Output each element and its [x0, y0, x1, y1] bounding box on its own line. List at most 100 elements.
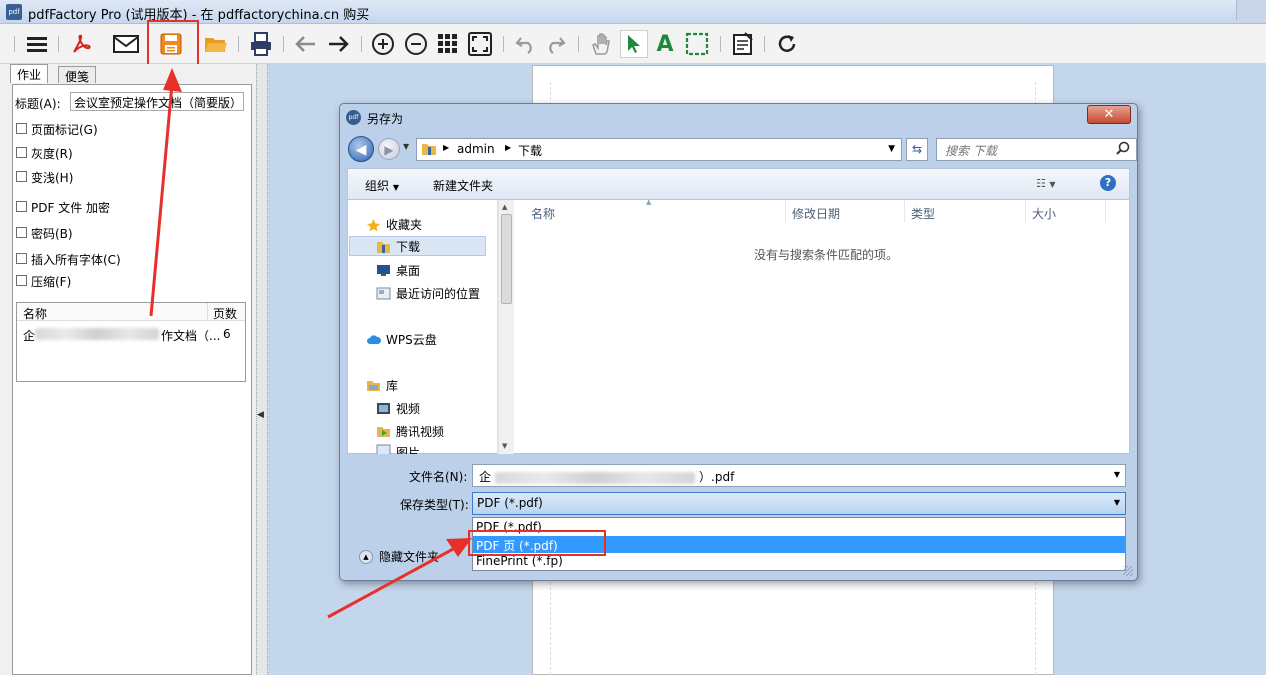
- redo-icon[interactable]: [542, 31, 568, 57]
- search-icon[interactable]: [1116, 141, 1130, 158]
- toolbar-separator: [578, 36, 579, 52]
- hide-folders-button[interactable]: ▲ 隐藏文件夹: [359, 548, 439, 565]
- navigation-pane: 收藏夹 下载 桌面 最近访问的位置 WPS云盘 库 视频 腾讯视频 图片: [348, 200, 498, 454]
- nav-downloads[interactable]: 下载: [349, 236, 486, 256]
- grid-icon[interactable]: [435, 31, 461, 57]
- nav-library-label: 库: [386, 378, 399, 393]
- row-pages: 6: [223, 327, 231, 341]
- nav-favorites[interactable]: 收藏夹: [366, 214, 422, 234]
- hand-icon[interactable]: [588, 31, 614, 57]
- print-icon[interactable]: [248, 31, 274, 57]
- select-arrow-icon[interactable]: [620, 30, 648, 58]
- pictures-icon: [376, 444, 391, 454]
- filename-dropdown-icon[interactable]: ▼: [1114, 470, 1120, 479]
- tab-notes[interactable]: 便笺: [58, 66, 97, 84]
- breadcrumb-downloads[interactable]: 下载: [518, 142, 542, 159]
- forward-arrow-icon[interactable]: [326, 31, 352, 57]
- column-type[interactable]: 类型: [911, 205, 935, 222]
- save-form: 文件名(N): 企）.pdf ▼ 保存类型(T): PDF (*.pdf) ▼ …: [347, 456, 1130, 576]
- nav-tencent-label: 腾讯视频: [396, 424, 445, 439]
- page-marks-label: 页面标记(G): [31, 123, 98, 137]
- crop-select-icon[interactable]: [684, 31, 710, 57]
- open-folder-icon[interactable]: [203, 31, 229, 57]
- fit-page-icon[interactable]: [467, 31, 493, 57]
- encrypt-checkbox[interactable]: [16, 201, 27, 212]
- option-highlight-box: [468, 530, 606, 556]
- dialog-app-icon: pdf: [346, 110, 361, 125]
- dialog-body: 收藏夹 下载 桌面 最近访问的位置 WPS云盘 库 视频 腾讯视频 图片 ▲ ▼…: [347, 198, 1130, 454]
- embed-fonts-checkbox[interactable]: [16, 253, 27, 264]
- text-tool-icon[interactable]: A: [652, 31, 678, 57]
- nav-tencent-video[interactable]: 腾讯视频: [376, 421, 444, 441]
- column-divider[interactable]: [1025, 200, 1026, 222]
- nav-desktop-label: 桌面: [396, 263, 421, 278]
- view-options-icon[interactable]: ☷ ▼: [1036, 177, 1056, 190]
- filetype-select[interactable]: PDF (*.pdf) ▼: [472, 492, 1126, 515]
- panel-splitter[interactable]: [256, 64, 268, 675]
- cloud-icon: [366, 333, 382, 346]
- menu-icon[interactable]: [24, 31, 50, 57]
- lighten-checkbox[interactable]: [16, 171, 27, 182]
- star-icon: [366, 218, 381, 231]
- column-divider[interactable]: [1105, 200, 1106, 222]
- zoom-in-icon[interactable]: [370, 31, 396, 57]
- redacted-text: [35, 328, 159, 340]
- column-name[interactable]: 名称: [531, 205, 555, 222]
- desktop-icon: [376, 264, 391, 277]
- save-highlight-box: [147, 20, 199, 66]
- refresh-icon[interactable]: [774, 31, 800, 57]
- nav-pictures[interactable]: 图片: [376, 444, 420, 454]
- nav-library[interactable]: 库: [366, 375, 398, 395]
- column-divider[interactable]: [904, 200, 905, 222]
- empty-message: 没有与搜索条件匹配的项。: [754, 248, 899, 262]
- back-arrow-icon[interactable]: [292, 31, 318, 57]
- table-header: 名称 页数: [17, 303, 245, 321]
- new-folder-button[interactable]: 新建文件夹: [433, 177, 493, 194]
- nav-forward-button[interactable]: ▶: [378, 138, 400, 160]
- nav-back-button[interactable]: ◀: [348, 136, 374, 162]
- address-input[interactable]: ▶ admin ▶ 下载 ▼: [416, 138, 902, 161]
- download-folder-icon: [376, 240, 391, 253]
- lighten-label: 变浅(H): [31, 171, 74, 185]
- nav-recent[interactable]: 最近访问的位置: [376, 283, 480, 303]
- column-divider[interactable]: [785, 200, 786, 222]
- grayscale-checkbox[interactable]: [16, 147, 27, 158]
- nav-videos[interactable]: 视频: [376, 398, 420, 418]
- column-size[interactable]: 大小: [1032, 205, 1056, 222]
- scroll-up-icon[interactable]: ▲: [502, 203, 507, 211]
- nav-history-dropdown-icon[interactable]: ▼: [403, 142, 409, 151]
- page-marks-checkbox[interactable]: [16, 123, 27, 134]
- undo-icon[interactable]: [513, 31, 539, 57]
- nav-desktop[interactable]: 桌面: [376, 260, 420, 280]
- dialog-close-button[interactable]: ✕: [1087, 105, 1131, 124]
- filetype-label: 保存类型(T):: [400, 498, 469, 512]
- window-close-button[interactable]: [1236, 0, 1266, 20]
- filename-input[interactable]: 企 ）.pdf ▼: [472, 464, 1126, 487]
- compress-checkbox[interactable]: [16, 275, 27, 286]
- address-refresh-button[interactable]: ⇆: [906, 138, 928, 161]
- filetype-dropdown-icon[interactable]: ▼: [1114, 498, 1120, 507]
- organize-button[interactable]: 组织 ▼: [365, 177, 399, 194]
- tab-job[interactable]: 作业: [10, 64, 49, 83]
- nav-videos-label: 视频: [396, 401, 421, 416]
- scroll-thumb[interactable]: [501, 214, 512, 304]
- title-input[interactable]: 会议室预定操作文档（简要版）: [70, 92, 244, 111]
- password-checkbox[interactable]: [16, 227, 27, 238]
- table-row[interactable]: 企 作文档（... 6: [17, 325, 245, 343]
- toolbar-separator: [764, 36, 765, 52]
- nav-scrollbar[interactable]: ▲ ▼: [498, 200, 514, 454]
- nav-wps-cloud[interactable]: WPS云盘: [366, 329, 437, 349]
- address-dropdown-icon[interactable]: ▼: [888, 144, 895, 154]
- acrobat-icon[interactable]: [68, 31, 94, 57]
- breadcrumb-admin[interactable]: admin: [457, 142, 495, 156]
- notes-icon[interactable]: [730, 31, 756, 57]
- email-icon[interactable]: [113, 31, 139, 57]
- scroll-down-icon[interactable]: ▼: [502, 442, 507, 450]
- resize-grip[interactable]: [1123, 566, 1133, 576]
- zoom-out-icon[interactable]: [403, 31, 429, 57]
- search-input[interactable]: 搜索 下载: [936, 138, 1137, 161]
- column-pages: 页数: [213, 307, 238, 321]
- help-button[interactable]: ?: [1100, 175, 1116, 191]
- collapse-arrow-icon[interactable]: ◀: [257, 410, 266, 422]
- column-modified-date[interactable]: 修改日期: [792, 205, 840, 222]
